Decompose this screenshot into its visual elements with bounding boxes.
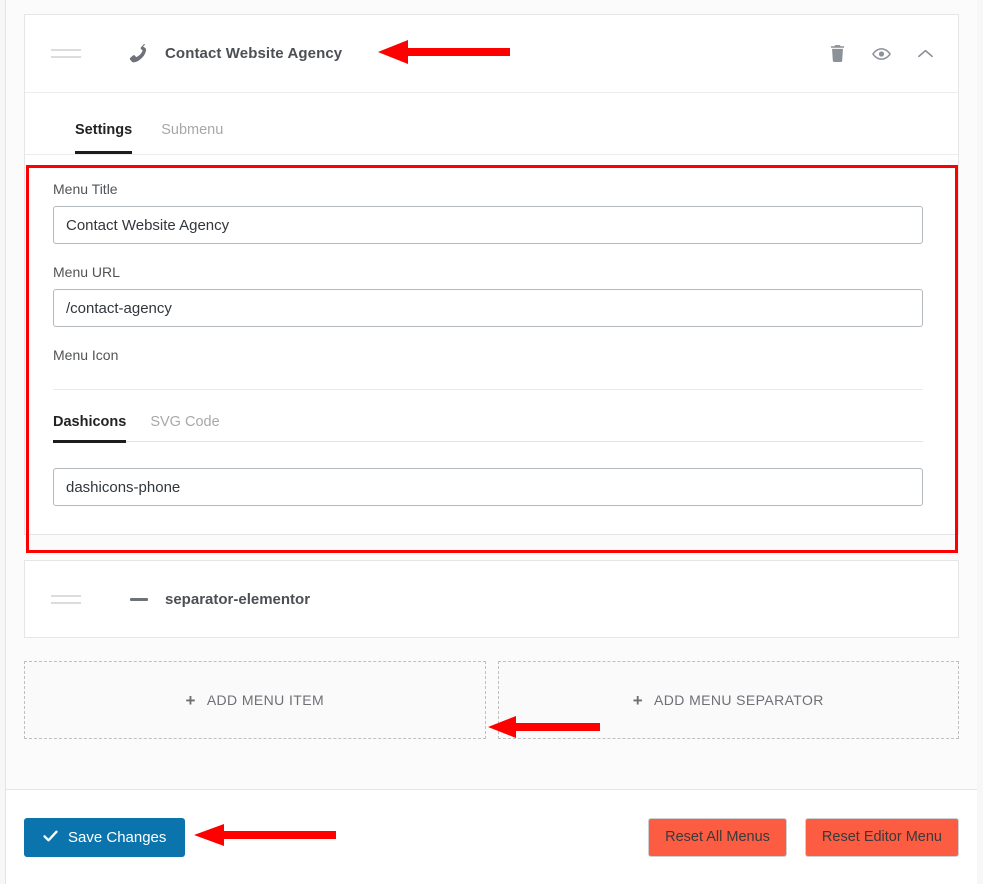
tab-svg-code[interactable]: SVG Code: [150, 414, 219, 443]
menu-icon-input[interactable]: [53, 468, 923, 506]
trash-icon[interactable]: [826, 43, 848, 65]
add-menu-separator-label: ADD MENU SEPARATOR: [654, 692, 824, 708]
plus-icon: +: [185, 690, 196, 710]
reset-all-menus-button[interactable]: Reset All Menus: [648, 817, 787, 857]
menu-editor-body: Contact Website Agency Settings Submenu …: [6, 0, 977, 789]
drag-handle-icon[interactable]: [51, 49, 81, 58]
menu-icon-tabs: Dashicons SVG Code: [53, 389, 923, 443]
menu-item-card: Contact Website Agency Settings Submenu …: [24, 14, 959, 553]
menu-icon-label: Menu Icon: [53, 347, 119, 363]
footer-reset-group: Reset All Menus Reset Editor Menu: [648, 817, 959, 857]
menu-item-tabs: Settings Submenu: [25, 93, 958, 155]
screenshot-root: Contact Website Agency Settings Submenu …: [0, 0, 983, 884]
phone-icon: [119, 41, 159, 67]
add-buttons-row: + ADD MENU ITEM + ADD MENU SEPARATOR: [24, 661, 959, 739]
reset-editor-menu-button[interactable]: Reset Editor Menu: [804, 817, 959, 857]
add-menu-item-button[interactable]: + ADD MENU ITEM: [24, 661, 486, 739]
tab-settings[interactable]: Settings: [75, 122, 133, 154]
editor-footer: Save Changes Reset All Menus Reset Edito…: [6, 789, 977, 884]
menu-url-field-group: Menu URL: [53, 264, 923, 327]
separator-item-card[interactable]: separator-elementor: [24, 560, 959, 638]
separator-item-title: separator-elementor: [165, 590, 311, 608]
plus-icon: +: [632, 690, 644, 710]
menu-title-label: Menu Title: [53, 181, 118, 197]
menu-item-header[interactable]: Contact Website Agency: [25, 15, 958, 93]
add-menu-item-label: ADD MENU ITEM: [206, 692, 325, 708]
menu-item-title: Contact Website Agency: [165, 45, 343, 62]
menu-url-input[interactable]: [53, 289, 923, 327]
chevron-up-icon[interactable]: [914, 43, 936, 65]
save-changes-button[interactable]: Save Changes: [24, 817, 186, 857]
settings-panel: Menu Title Menu URL Menu Icon Dashicons …: [25, 155, 958, 553]
menu-url-label: Menu URL: [53, 264, 120, 280]
menu-editor-panel: Contact Website Agency Settings Submenu …: [6, 0, 977, 884]
eye-icon[interactable]: [870, 43, 892, 65]
menu-title-field-group: Menu Title: [53, 181, 923, 244]
menu-icon-field-group: Menu Icon Dashicons SVG Code: [53, 347, 923, 506]
tab-submenu[interactable]: Submenu: [161, 122, 223, 154]
menu-item-actions: [826, 15, 936, 92]
add-menu-separator-button[interactable]: + ADD MENU SEPARATOR: [497, 661, 959, 739]
menu-title-input[interactable]: [53, 206, 923, 244]
check-icon: [43, 829, 58, 846]
save-changes-label: Save Changes: [68, 828, 167, 846]
tab-dashicons[interactable]: Dashicons: [53, 414, 127, 443]
dash-icon: [119, 597, 159, 601]
drag-handle-icon[interactable]: [51, 594, 81, 604]
